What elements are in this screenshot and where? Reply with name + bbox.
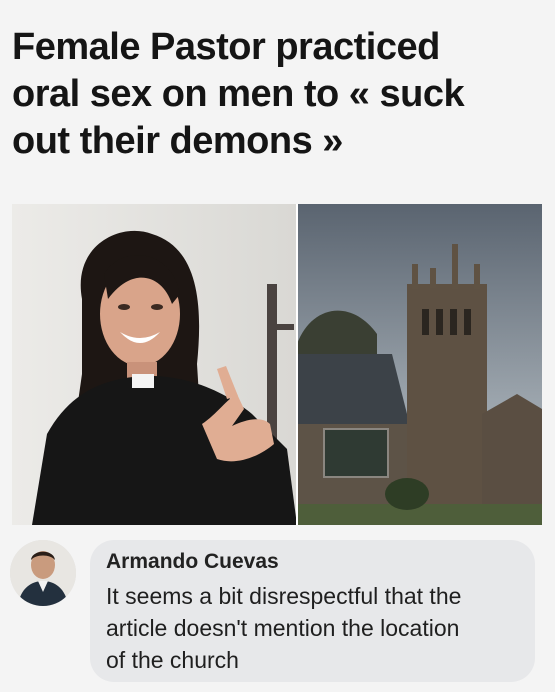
post-card: Female Pastor practiced oral sex on men … <box>0 0 555 692</box>
comment-line-3: of the church <box>106 647 239 673</box>
comment-line-2: article doesn't mention the location <box>106 615 460 641</box>
comment-line-1: It seems a bit disrespectful that the <box>106 583 462 609</box>
woman-photo <box>12 204 297 525</box>
comment-author[interactable]: Armando Cuevas <box>106 550 279 574</box>
avatar[interactable] <box>10 540 76 606</box>
article-photo-composite <box>12 204 542 525</box>
church-photo <box>297 204 542 525</box>
comment-bubble: Armando Cuevas It seems a bit disrespect… <box>90 540 535 682</box>
comment-text: It seems a bit disrespectful that the ar… <box>106 580 526 676</box>
headline-line-1: Female Pastor practiced <box>12 26 440 68</box>
headline-line-2: oral sex on men to « suck <box>12 73 465 115</box>
article-image[interactable] <box>12 204 542 525</box>
user-avatar-image <box>10 540 76 606</box>
comment: Armando Cuevas It seems a bit disrespect… <box>0 528 555 692</box>
headline-line-3: out their demons » <box>12 120 343 162</box>
article-headline[interactable]: Female Pastor practiced oral sex on men … <box>12 24 532 165</box>
